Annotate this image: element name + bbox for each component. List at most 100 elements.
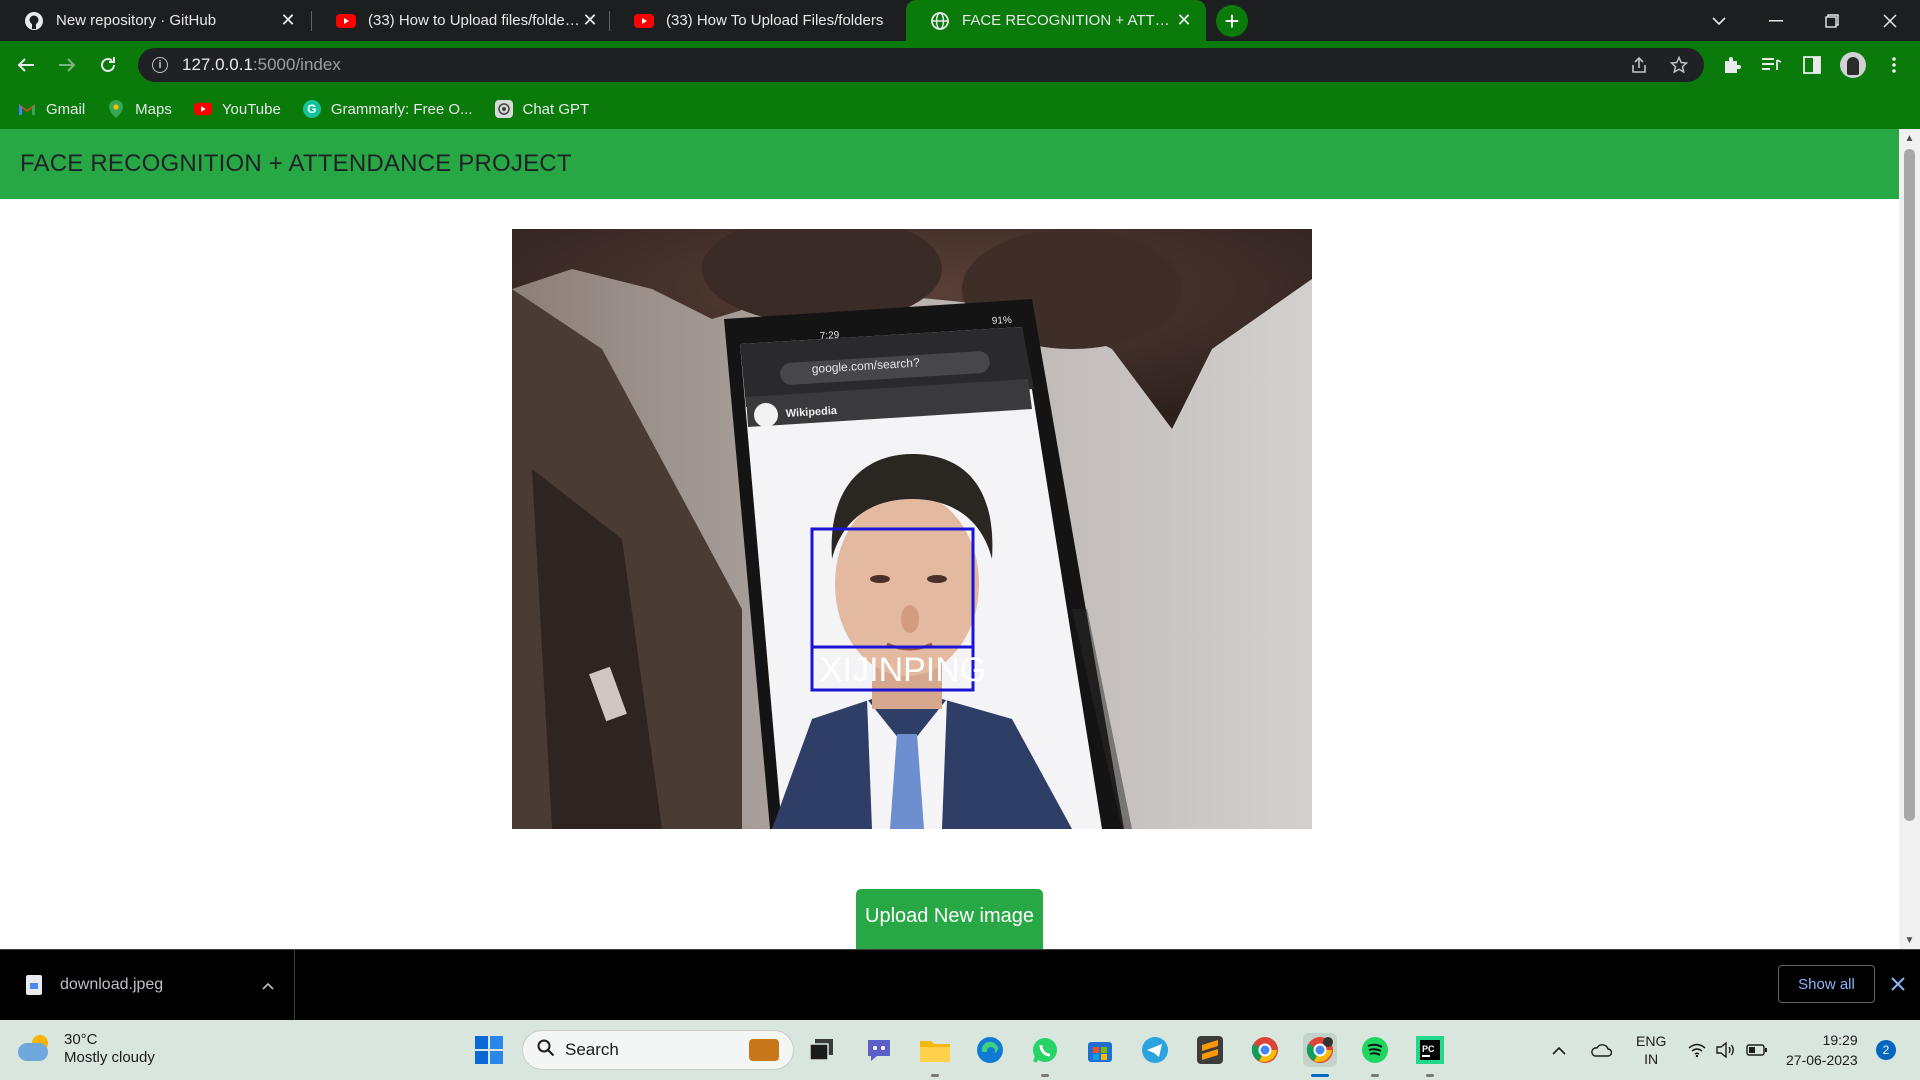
chevron-up-icon[interactable]	[262, 977, 274, 993]
windows-taskbar: 30°C Mostly cloudy Search PC ENG IN 19:2…	[0, 1020, 1920, 1080]
tab-title: FACE RECOGNITION + ATTENDANCE	[962, 12, 1174, 29]
chrome-profile-icon[interactable]	[1303, 1033, 1337, 1077]
clock-time: 19:29	[1822, 1032, 1858, 1048]
youtube-icon	[336, 11, 356, 31]
sublime-text-icon[interactable]	[1193, 1033, 1227, 1067]
close-window-button[interactable]	[1862, 0, 1918, 41]
partly-cloudy-icon	[18, 1035, 52, 1063]
file-explorer-icon[interactable]	[918, 1033, 952, 1077]
minimize-button[interactable]	[1748, 0, 1804, 41]
page-viewport: FACE RECOGNITION + ATTENDANCE PROJECT go…	[0, 129, 1920, 949]
bookmark-maps[interactable]: Maps	[107, 100, 172, 118]
extensions-puzzle-icon[interactable]	[1720, 53, 1744, 77]
bookmark-youtube[interactable]: YouTube	[193, 100, 281, 118]
taskbar-search[interactable]: Search	[522, 1030, 794, 1070]
pycharm-icon[interactable]: PC	[1413, 1033, 1447, 1077]
chrome-icon[interactable]	[1248, 1033, 1282, 1067]
download-item[interactable]: download.jpeg	[0, 950, 295, 1020]
tab-github[interactable]: New repository · GitHub ✕	[0, 0, 310, 41]
weather-description: Mostly cloudy	[64, 1049, 155, 1066]
weather-widget[interactable]: 30°C Mostly cloudy	[18, 1031, 155, 1067]
profile-avatar[interactable]	[1840, 52, 1866, 78]
phone-time-text: 7:29	[820, 330, 841, 342]
briefcase-icon	[749, 1039, 779, 1061]
share-icon[interactable]	[1630, 56, 1648, 74]
restore-button[interactable]	[1804, 0, 1860, 41]
bookmark-chat-gpt[interactable]: Chat GPT	[494, 100, 590, 118]
language-code: ENG	[1636, 1033, 1667, 1049]
image-file-icon	[26, 975, 42, 995]
show-all-button[interactable]: Show all	[1778, 965, 1875, 1003]
clock-date: 27-06-2023	[1786, 1052, 1858, 1068]
tab-title: (33) How To Upload Files/folders	[666, 12, 884, 29]
bookmark-label: Grammarly: Free O...	[330, 100, 473, 118]
tab-face-recognition[interactable]: FACE RECOGNITION + ATTENDANCE ✕	[906, 0, 1206, 41]
phone-battery-text: 91%	[992, 315, 1013, 327]
side-panel-icon[interactable]	[1800, 53, 1824, 77]
browser-toolbar: i 127.0.0.1:5000/index	[0, 41, 1920, 89]
back-arrow-icon[interactable]	[10, 49, 42, 81]
tab-title: (33) How to Upload files/folders/	[368, 12, 580, 29]
language-region: IN	[1644, 1051, 1659, 1067]
reading-list-icon[interactable]	[1760, 53, 1784, 77]
url-path: :5000/index	[252, 55, 341, 74]
bookmark-gmail[interactable]: Gmail	[18, 100, 85, 118]
onedrive-cloud-icon[interactable]	[1590, 1020, 1612, 1080]
system-clock[interactable]: 19:29 27-06-2023	[1786, 1030, 1858, 1070]
bookmark-label: Chat GPT	[522, 100, 590, 118]
download-shelf: download.jpeg Show all	[0, 949, 1920, 1020]
search-label: Search	[565, 1040, 619, 1059]
spotify-icon[interactable]	[1358, 1033, 1392, 1077]
recognition-result-image: google.com/search? 7:29 91% Wikipedia XI…	[512, 229, 1312, 829]
bookmark-label: YouTube	[221, 100, 281, 118]
whatsapp-icon[interactable]	[1028, 1033, 1062, 1077]
telegram-icon[interactable]	[1138, 1033, 1172, 1067]
bookmarks-bar: Gmail Maps YouTube G Grammarly: Free O..…	[0, 89, 1920, 129]
tab-search-chevron-icon[interactable]	[1691, 0, 1747, 41]
volume-icon[interactable]	[1716, 1020, 1736, 1080]
notification-badge[interactable]: 2	[1876, 1040, 1896, 1060]
close-tab-icon[interactable]: ✕	[580, 10, 600, 31]
scroll-down-arrow-icon[interactable]: ▼	[1904, 935, 1915, 946]
bookmark-grammarly[interactable]: G Grammarly: Free O...	[302, 100, 473, 118]
github-icon	[24, 11, 44, 31]
teams-chat-icon[interactable]	[862, 1033, 896, 1067]
show-hidden-icons-chevron[interactable]	[1552, 1020, 1566, 1080]
gmail-icon	[18, 100, 36, 118]
close-download-shelf-icon[interactable]	[1886, 972, 1910, 996]
bookmark-star-icon[interactable]	[1670, 56, 1688, 74]
chatgpt-icon	[494, 100, 513, 118]
forward-arrow-icon[interactable]	[51, 49, 83, 81]
grammarly-icon: G	[302, 100, 321, 118]
reload-icon[interactable]	[92, 49, 124, 81]
app-header: FACE RECOGNITION + ATTENDANCE PROJECT	[0, 129, 1899, 199]
detected-name-label: XIJINPING	[820, 651, 986, 689]
url-host: 127.0.0.1	[182, 55, 253, 74]
wifi-icon[interactable]	[1688, 1020, 1706, 1080]
windows-start-icon[interactable]	[472, 1033, 506, 1067]
site-info-icon[interactable]: i	[152, 57, 168, 73]
weather-temperature: 30°C	[64, 1031, 98, 1048]
input-language-indicator[interactable]: ENG IN	[1636, 1020, 1666, 1080]
close-tab-icon[interactable]: ✕	[1174, 10, 1194, 31]
scrollbar-thumb[interactable]	[1904, 149, 1915, 821]
edge-browser-icon[interactable]	[973, 1033, 1007, 1067]
page-scrollbar[interactable]: ▲ ▼	[1899, 129, 1920, 949]
task-view-icon[interactable]	[805, 1033, 839, 1067]
tab-strip: New repository · GitHub ✕ (33) How to Up…	[0, 0, 1920, 41]
battery-icon[interactable]	[1746, 1020, 1768, 1080]
more-vertical-icon[interactable]	[1882, 53, 1906, 77]
new-tab-button[interactable]: +	[1216, 5, 1248, 37]
search-icon	[537, 1039, 555, 1062]
scroll-up-arrow-icon[interactable]: ▲	[1904, 133, 1915, 144]
tab-youtube-2[interactable]: (33) How To Upload Files/folders	[610, 0, 910, 41]
microsoft-store-icon[interactable]	[1083, 1033, 1117, 1067]
bookmark-label: Maps	[135, 100, 172, 118]
close-tab-icon[interactable]: ✕	[278, 10, 298, 31]
globe-icon	[930, 11, 950, 31]
svg-text:PC: PC	[1422, 1044, 1435, 1054]
address-bar[interactable]: i 127.0.0.1:5000/index	[138, 48, 1704, 82]
tab-youtube-1[interactable]: (33) How to Upload files/folders/ ✕	[312, 0, 612, 41]
upload-new-image-button[interactable]: Upload New image	[856, 889, 1043, 949]
page-title: FACE RECOGNITION + ATTENDANCE PROJECT	[20, 150, 572, 177]
